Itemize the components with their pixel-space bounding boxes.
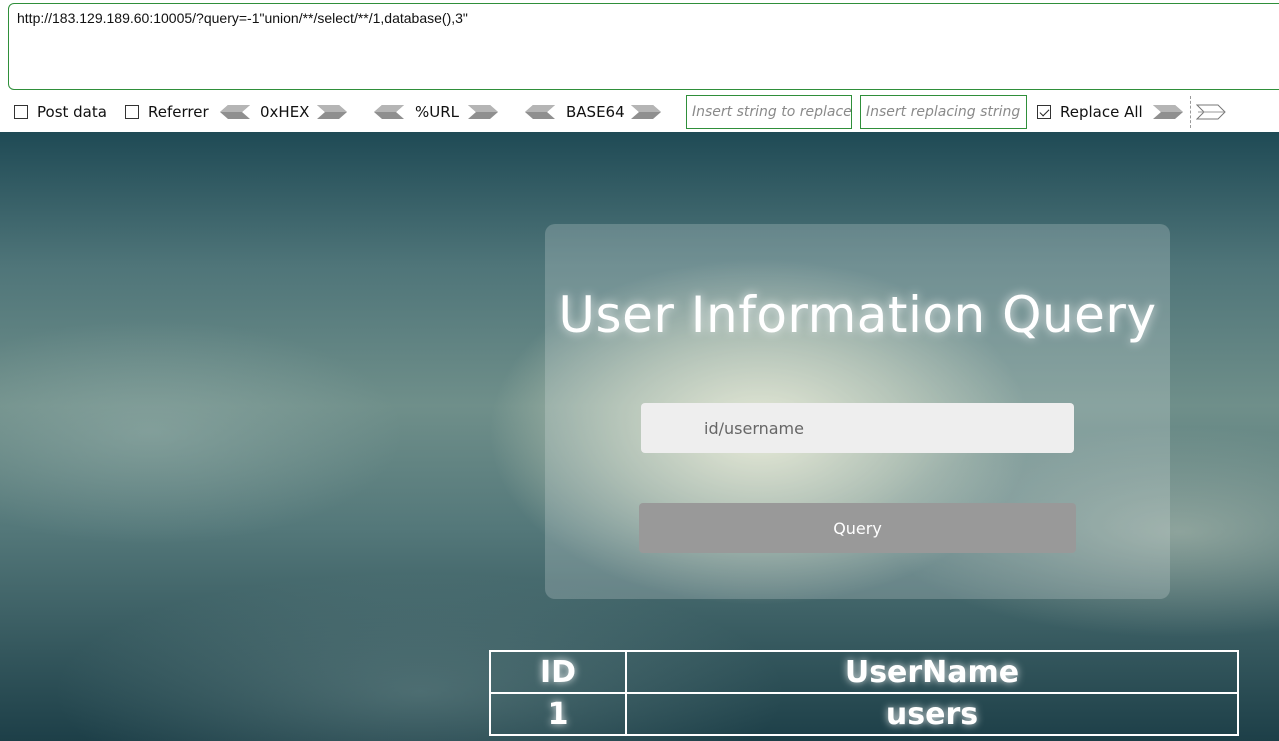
referrer-toggle[interactable]: Referrer: [125, 92, 209, 132]
base64-label[interactable]: BASE64: [566, 92, 625, 132]
referrer-label: Referrer: [148, 103, 209, 121]
extra-arrow-icon[interactable]: [1196, 92, 1226, 132]
hackbar-toolbar: Post data Referrer 0xHEX %URL BASE64 Ins…: [0, 92, 1279, 132]
table-header-row: ID UserName: [489, 650, 1239, 694]
url-label[interactable]: %URL: [415, 92, 459, 132]
query-button[interactable]: Query: [639, 503, 1076, 553]
replace-to-input[interactable]: Insert replacing string: [860, 95, 1027, 129]
cell-id: 1: [489, 692, 627, 736]
replace-all-label: Replace All: [1060, 103, 1143, 121]
toolbar-separator: [1190, 96, 1191, 128]
hex-label[interactable]: 0xHEX: [260, 92, 309, 132]
replace-from-input[interactable]: Insert string to replace: [686, 95, 852, 129]
page-title: User Information Query: [558, 286, 1157, 344]
page-background: User Information Query Query ID UserName…: [0, 132, 1279, 741]
header-username: UserName: [625, 650, 1239, 694]
replace-all-toggle[interactable]: Replace All: [1037, 92, 1143, 132]
post-data-checkbox[interactable]: [14, 105, 28, 119]
base64-encode-arrow-icon[interactable]: [631, 92, 661, 132]
url-textarea[interactable]: http://183.129.189.60:10005/?query=-1"un…: [8, 3, 1279, 90]
post-data-label: Post data: [37, 103, 107, 121]
table-row: 1 users: [489, 692, 1239, 736]
id-username-input[interactable]: [641, 403, 1074, 453]
result-table: ID UserName 1 users: [489, 650, 1239, 736]
url-decode-arrow-icon[interactable]: [374, 92, 404, 132]
replace-to-placeholder: Insert replacing string: [866, 104, 1021, 120]
url-encode-arrow-icon[interactable]: [468, 92, 498, 132]
query-card: User Information Query Query: [545, 224, 1170, 599]
replace-from-placeholder: Insert string to replace: [692, 104, 852, 120]
hex-decode-arrow-icon[interactable]: [220, 92, 250, 132]
hex-encode-arrow-icon[interactable]: [317, 92, 347, 132]
replace-all-checkbox[interactable]: [1037, 105, 1051, 119]
base64-decode-arrow-icon[interactable]: [525, 92, 555, 132]
url-text: http://183.129.189.60:10005/?query=-1"un…: [17, 10, 468, 26]
replace-apply-arrow-icon[interactable]: [1153, 92, 1183, 132]
post-data-toggle[interactable]: Post data: [14, 92, 107, 132]
referrer-checkbox[interactable]: [125, 105, 139, 119]
cell-username: users: [625, 692, 1239, 736]
header-id: ID: [489, 650, 627, 694]
